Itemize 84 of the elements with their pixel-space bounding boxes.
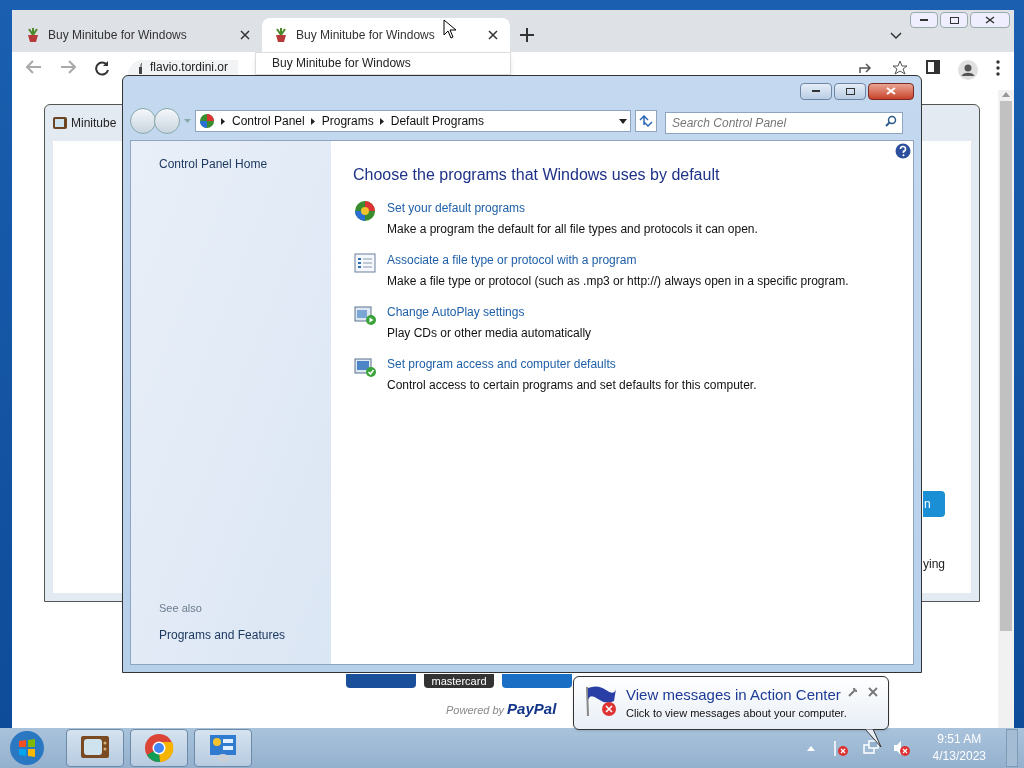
notification-balloon[interactable]: View messages in Action Center Click to view messages about your computer.	[573, 676, 889, 730]
speaker-muted-icon[interactable]	[892, 740, 911, 756]
task-link[interactable]: Associate a file type or protocol with a program	[387, 251, 849, 269]
close-icon[interactable]	[240, 30, 250, 40]
globe-icon	[353, 199, 377, 223]
task-link[interactable]: Set your default programs	[387, 199, 758, 217]
task-description: Control access to certain programs and set defaults for this computer.	[387, 377, 757, 394]
paypal-logo: PayPal	[507, 699, 557, 719]
page-heading: Choose the programs that Windows uses by default	[353, 165, 721, 185]
see-also-heading: See also	[159, 600, 203, 616]
action-button[interactable]: n	[923, 491, 945, 517]
help-icon[interactable]	[895, 143, 911, 159]
task-description: Play CDs or other media automatically	[387, 325, 592, 342]
clock-time: 9:51 AM	[937, 731, 982, 748]
minimize-button[interactable]	[910, 12, 938, 28]
visa-card	[346, 674, 416, 688]
plant-pot-icon	[274, 27, 288, 43]
breadcrumb-item[interactable]: Programs	[321, 112, 374, 130]
side-panel-icon[interactable]	[926, 60, 940, 74]
maximize-button[interactable]	[834, 82, 866, 100]
sidebar-link[interactable]: Programs and Features	[159, 626, 303, 644]
address-bar[interactable]: Control Panel Programs Default Programs	[195, 110, 631, 132]
task-link[interactable]: Set program access and computer defaults	[387, 355, 757, 373]
more-icon[interactable]	[996, 60, 1000, 76]
browser-tab[interactable]: Buy Minitube for Windows	[14, 18, 262, 52]
page-text: ying	[923, 556, 945, 573]
clock-date: 4/13/2023	[932, 748, 986, 765]
profile-icon[interactable]	[958, 60, 978, 80]
breadcrumb-item[interactable]: Default Programs	[390, 112, 485, 130]
task-link[interactable]: Change AutoPlay settings	[387, 303, 592, 321]
list-icon	[353, 251, 377, 275]
address-bar[interactable]: flavio.tordini.or	[128, 60, 238, 75]
television-icon	[80, 735, 110, 761]
notification-title: View messages in Action Center	[626, 685, 842, 705]
maximize-button[interactable]	[940, 12, 968, 28]
arrow-icon	[310, 117, 315, 125]
close-button[interactable]	[970, 12, 1010, 28]
arrow-icon	[379, 117, 384, 125]
flag-error-icon	[584, 685, 618, 717]
close-icon	[985, 16, 995, 24]
star-icon[interactable]	[892, 60, 908, 76]
search-field[interactable]: Search Control Panel	[665, 112, 903, 134]
control-panel-icon	[208, 733, 238, 763]
browser-tab[interactable]: Buy Minitube for Windows	[262, 18, 510, 52]
chevron-down-icon[interactable]	[890, 32, 902, 40]
network-icon[interactable]	[862, 740, 879, 756]
close-icon[interactable]	[488, 30, 498, 40]
close-button[interactable]	[868, 82, 914, 100]
refresh-button[interactable]	[635, 110, 657, 132]
powered-by-text: Powered by	[446, 703, 505, 718]
arrow-icon	[221, 117, 225, 125]
task-description: Make a file type or protocol (such as .mp3 or http://) always open in a specific program.	[387, 273, 849, 290]
notification-body: Click to view messages about your computer.	[626, 706, 847, 721]
card-logo	[502, 674, 572, 688]
dropdown-icon[interactable]	[619, 118, 627, 124]
chrome-icon	[144, 733, 174, 763]
breadcrumb-item[interactable]: Control Panel	[232, 112, 305, 130]
dialog-title: Minitube	[71, 115, 117, 132]
share-icon[interactable]	[858, 60, 874, 74]
hover-card-title: Buy Minitube for Windows	[272, 56, 412, 70]
taskbar-button[interactable]	[66, 729, 124, 767]
mastercard-card: mastercard	[424, 674, 494, 688]
close-icon	[886, 87, 896, 95]
television-icon	[53, 117, 67, 129]
tab-title: Buy Minitube for Windows	[296, 27, 435, 44]
tab-title: Buy Minitube for Windows	[48, 27, 187, 44]
taskbar-button[interactable]	[130, 729, 188, 767]
autoplay-icon	[353, 303, 377, 327]
plant-pot-icon	[26, 27, 40, 43]
action-center-icon[interactable]	[832, 740, 849, 756]
task-description: Make a program the default for all file types and protocols it can open.	[387, 221, 758, 238]
sidebar-link[interactable]: Control Panel Home	[159, 155, 303, 173]
reload-icon[interactable]	[94, 60, 110, 76]
new-tab-icon[interactable]	[520, 28, 534, 42]
control-panel-icon	[199, 113, 215, 129]
minimize-button[interactable]	[800, 82, 832, 100]
scrollbar-thumb[interactable]	[1000, 101, 1012, 631]
refresh-icon	[639, 115, 653, 127]
search-icon	[885, 115, 897, 127]
start-orb-icon	[9, 730, 45, 766]
taskbar-button[interactable]	[194, 729, 252, 767]
cursor-icon	[443, 19, 457, 39]
computer-check-icon	[353, 355, 377, 379]
wrench-icon[interactable]	[848, 687, 858, 697]
